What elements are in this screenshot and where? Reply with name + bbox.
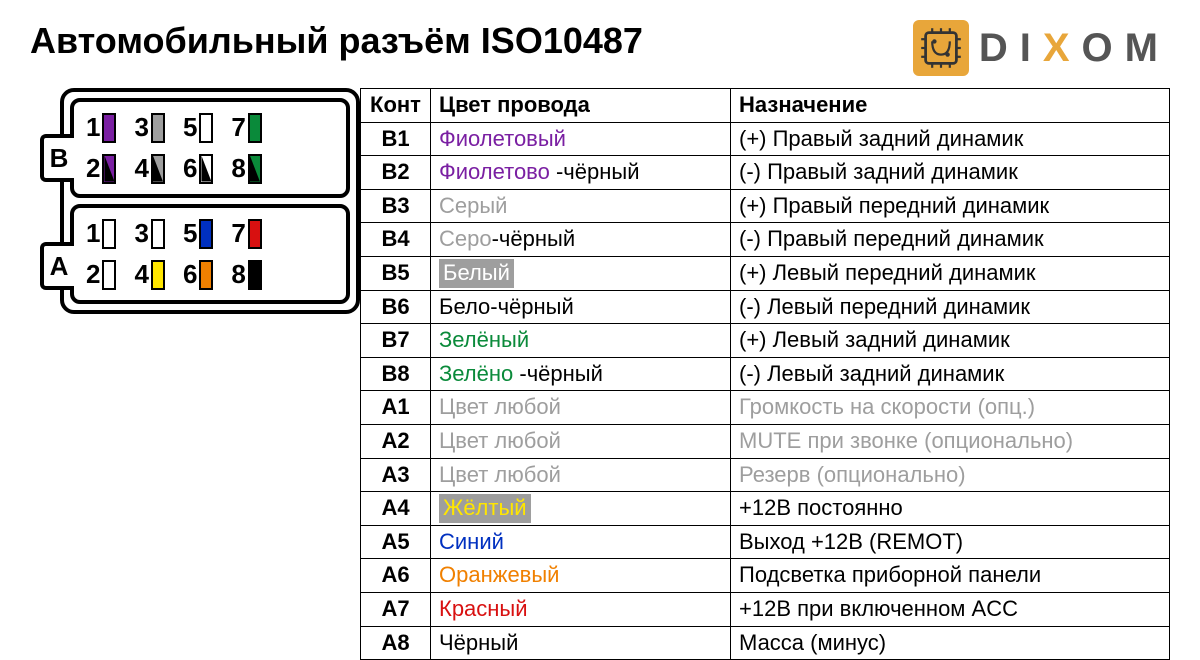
- table-row: B5Белый(+) Левый передний динамик: [361, 256, 1170, 290]
- cell-function: (+) Левый передний динамик: [731, 256, 1170, 290]
- table-row: B3Серый(+) Правый передний динамик: [361, 189, 1170, 223]
- table-row: A1Цвет любойГромкость на скорости (опц.): [361, 391, 1170, 425]
- cell-function: (+) Левый задний динамик: [731, 324, 1170, 358]
- cell-pin: A6: [361, 559, 431, 593]
- cell-color: Цвет любой: [431, 391, 731, 425]
- cell-color: Красный: [431, 592, 731, 626]
- cell-pin: B1: [361, 122, 431, 156]
- cell-function: (+) Правый задний динамик: [731, 122, 1170, 156]
- table-row: B2Фиолетово -чёрный(-) Правый задний дин…: [361, 156, 1170, 190]
- cell-function: (-) Правый передний динамик: [731, 223, 1170, 257]
- connector-pin: 2: [86, 259, 116, 290]
- table-row: B7Зелёный(+) Левый задний динамик: [361, 324, 1170, 358]
- cell-color: Серо-чёрный: [431, 223, 731, 257]
- cell-function: +12В постоянно: [731, 492, 1170, 526]
- connector-block-b: B 13572468: [70, 98, 350, 198]
- connector-pin: 5: [183, 112, 213, 143]
- cell-color: Синий: [431, 525, 731, 559]
- cell-function: Резерв (опционально): [731, 458, 1170, 492]
- cell-function: MUTE при звонке (опционально): [731, 424, 1170, 458]
- cell-pin: A4: [361, 492, 431, 526]
- cell-color: Жёлтый: [431, 492, 731, 526]
- connector-label-b: B: [40, 134, 74, 182]
- connector-pin: 8: [231, 153, 261, 184]
- page-title: Автомобильный разъём ISO10487: [30, 20, 643, 62]
- cell-pin: B6: [361, 290, 431, 324]
- cell-color: Цвет любой: [431, 424, 731, 458]
- connector-label-a: A: [40, 242, 74, 290]
- cell-color: Зелёно -чёрный: [431, 357, 731, 391]
- connector-pin: 2: [86, 153, 116, 184]
- connector-pin: 1: [86, 112, 116, 143]
- connector-pin: 8: [231, 259, 261, 290]
- connector-pin: 5: [183, 218, 213, 249]
- table-row: B8Зелёно -чёрный(-) Левый задний динамик: [361, 357, 1170, 391]
- table-row: A2Цвет любойMUTE при звонке (опционально…: [361, 424, 1170, 458]
- connector-pin: 4: [134, 153, 164, 184]
- table-row: A4Жёлтый+12В постоянно: [361, 492, 1170, 526]
- cell-pin: A7: [361, 592, 431, 626]
- cell-function: Выход +12B (REMOT): [731, 525, 1170, 559]
- table-row: A7Красный+12B при включенном ACC: [361, 592, 1170, 626]
- connector-block-a: A 13572468: [70, 204, 350, 304]
- chip-icon: [913, 20, 969, 76]
- cell-color: Бело-чёрный: [431, 290, 731, 324]
- cell-color: Фиолетовый: [431, 122, 731, 156]
- cell-pin: A3: [361, 458, 431, 492]
- connector-pin: 4: [134, 259, 164, 290]
- cell-pin: B7: [361, 324, 431, 358]
- cell-function: (+) Правый передний динамик: [731, 189, 1170, 223]
- table-header-row: Конт Цвет провода Назначение: [361, 89, 1170, 123]
- cell-color: Серый: [431, 189, 731, 223]
- cell-function: Масса (минус): [731, 626, 1170, 660]
- cell-color: Цвет любой: [431, 458, 731, 492]
- connector-pin: 1: [86, 218, 116, 249]
- cell-pin: B4: [361, 223, 431, 257]
- connector-pin: 7: [231, 112, 261, 143]
- table-row: B1Фиолетовый(+) Правый задний динамик: [361, 122, 1170, 156]
- cell-function: Подсветка приборной панели: [731, 559, 1170, 593]
- cell-pin: B3: [361, 189, 431, 223]
- table-row: A5СинийВыход +12B (REMOT): [361, 525, 1170, 559]
- pinout-table: Конт Цвет провода Назначение B1Фиолетовы…: [360, 88, 1170, 660]
- cell-pin: B5: [361, 256, 431, 290]
- cell-color: Зелёный: [431, 324, 731, 358]
- header-color: Цвет провода: [431, 89, 731, 123]
- table-row: A8ЧёрныйМасса (минус): [361, 626, 1170, 660]
- cell-pin: A2: [361, 424, 431, 458]
- cell-function: (-) Левый задний динамик: [731, 357, 1170, 391]
- cell-pin: A1: [361, 391, 431, 425]
- header-func: Назначение: [731, 89, 1170, 123]
- connector-pin: 6: [183, 153, 213, 184]
- connector-pin: 3: [134, 218, 164, 249]
- cell-pin: B2: [361, 156, 431, 190]
- connector-diagram: B 13572468 A 13572468: [60, 88, 360, 314]
- table-row: B6Бело-чёрный(-) Левый передний динамик: [361, 290, 1170, 324]
- cell-color: Белый: [431, 256, 731, 290]
- cell-function: (-) Правый задний динамик: [731, 156, 1170, 190]
- connector-pin: 7: [231, 218, 261, 249]
- cell-function: Громкость на скорости (опц.): [731, 391, 1170, 425]
- cell-color: Оранжевый: [431, 559, 731, 593]
- cell-pin: B8: [361, 357, 431, 391]
- cell-function: +12B при включенном ACC: [731, 592, 1170, 626]
- cell-pin: A5: [361, 525, 431, 559]
- connector-pin: 3: [134, 112, 164, 143]
- table-row: B4Серо-чёрный(-) Правый передний динамик: [361, 223, 1170, 257]
- header-pin: Конт: [361, 89, 431, 123]
- cell-function: (-) Левый передний динамик: [731, 290, 1170, 324]
- connector-pin: 6: [183, 259, 213, 290]
- brand-text: DIXOM: [979, 26, 1170, 71]
- cell-pin: A8: [361, 626, 431, 660]
- brand-logo: DIXOM: [913, 20, 1170, 76]
- table-row: A3Цвет любойРезерв (опционально): [361, 458, 1170, 492]
- cell-color: Чёрный: [431, 626, 731, 660]
- cell-color: Фиолетово -чёрный: [431, 156, 731, 190]
- table-row: A6ОранжевыйПодсветка приборной панели: [361, 559, 1170, 593]
